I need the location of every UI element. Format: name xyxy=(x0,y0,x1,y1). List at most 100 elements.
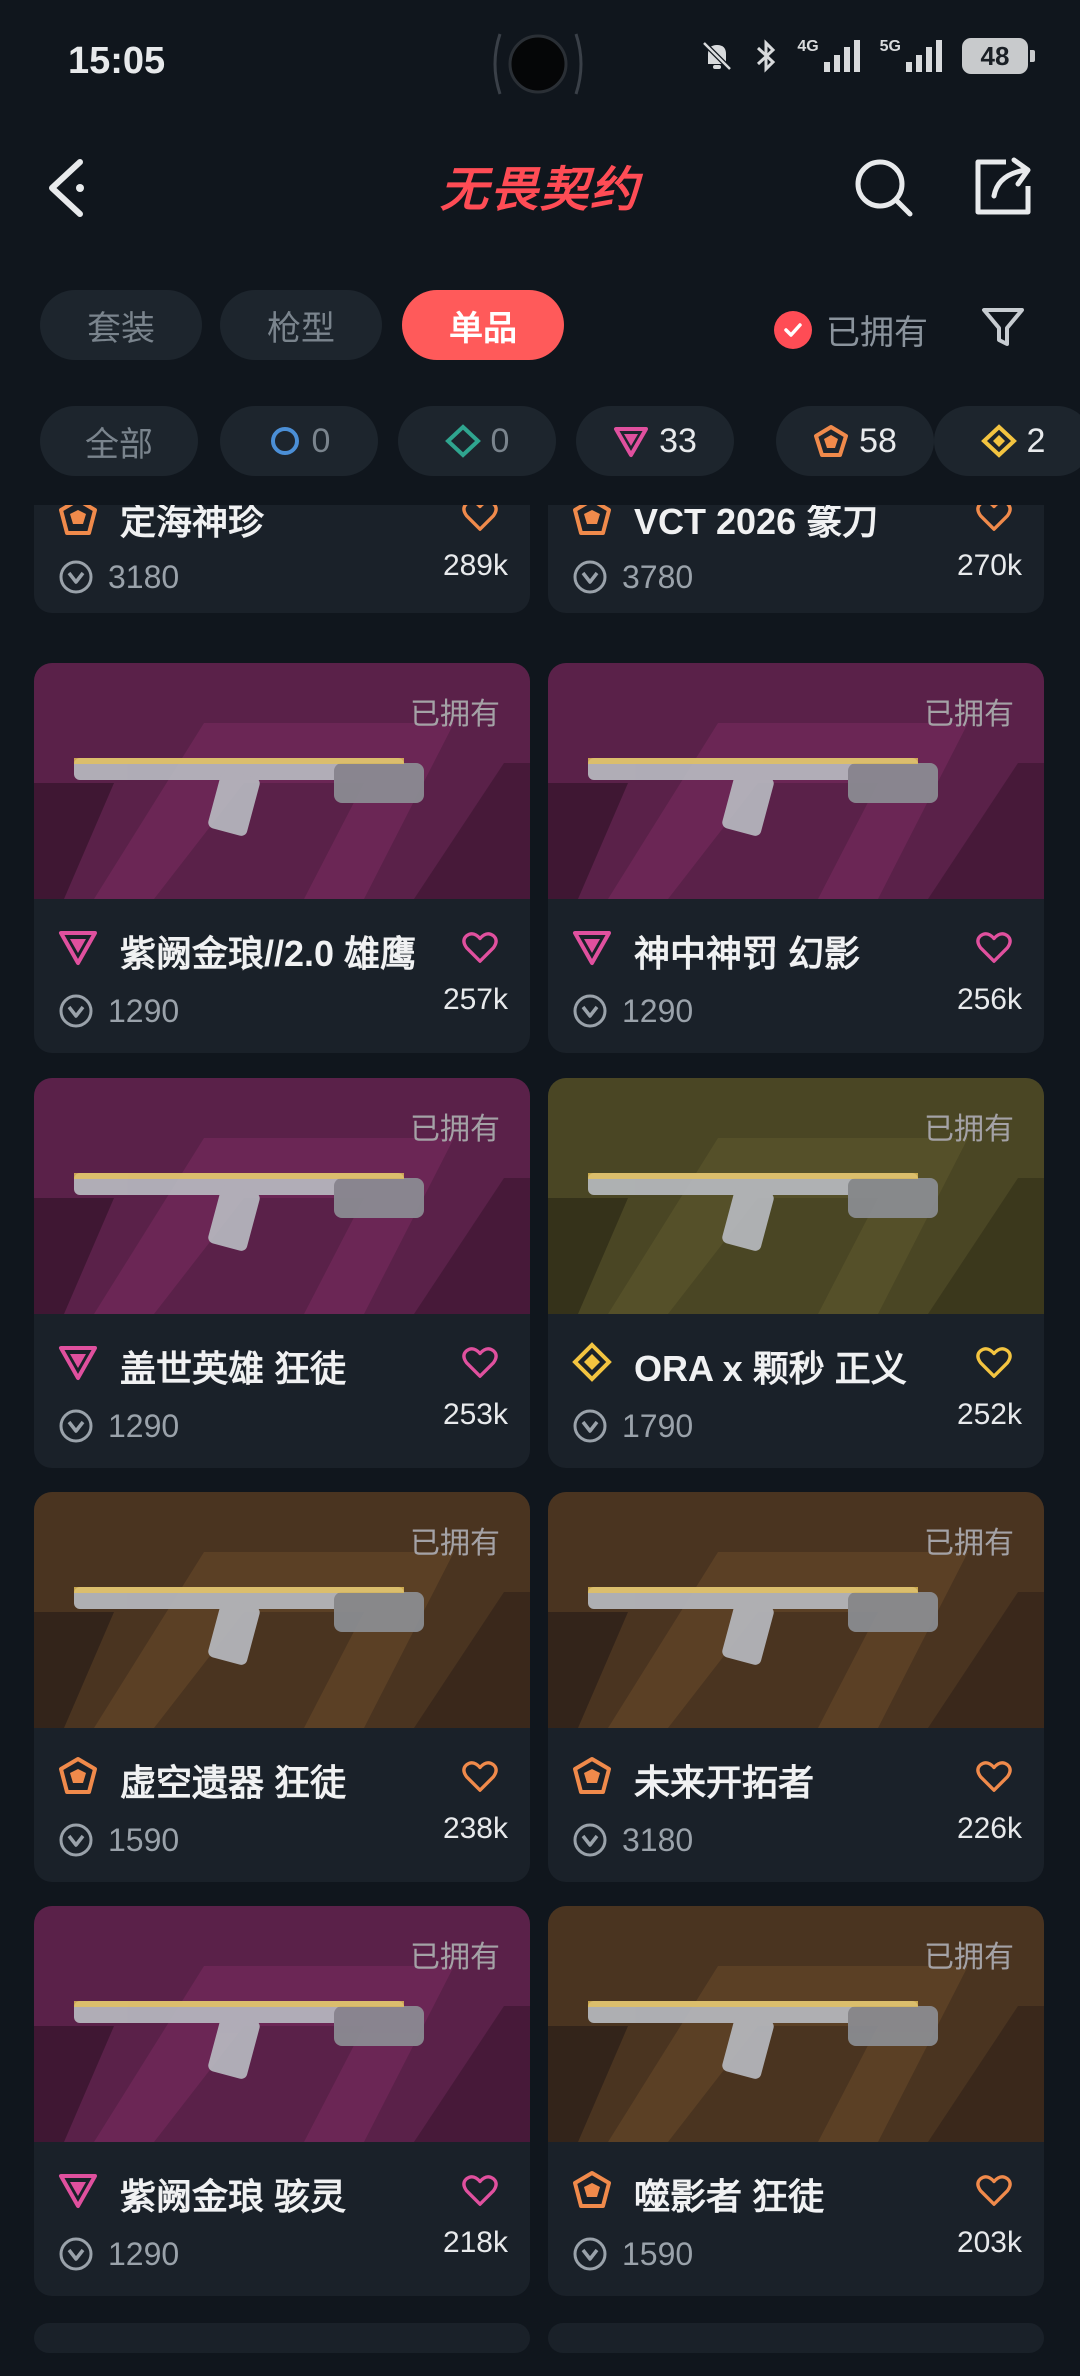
rarity-filter-ultra[interactable]: 2 xyxy=(934,406,1080,476)
vp-coin-icon xyxy=(573,1823,607,1857)
item-card[interactable]: 定海神珍 3180 289k xyxy=(34,505,530,613)
item-price: 1790 xyxy=(622,1408,694,1444)
rarity-filter-premium[interactable]: 33 xyxy=(576,406,734,476)
heart-icon[interactable] xyxy=(460,505,500,533)
owned-filter-toggle[interactable]: 已拥有 xyxy=(774,305,928,354)
rarity-filter-all[interactable]: 全部 xyxy=(40,406,198,476)
item-likes: 218k xyxy=(442,2226,508,2259)
tab-weapon-types[interactable]: 枪型 xyxy=(220,290,382,360)
item-name: 紫阙金琅//2.0 雄鹰 xyxy=(120,933,417,974)
heart-icon[interactable] xyxy=(460,929,500,965)
owned-tag: 已拥有 xyxy=(410,1941,500,1974)
ultra-tier-icon xyxy=(980,424,1017,458)
item-likes: 203k xyxy=(956,2226,1022,2259)
vp-coin-icon xyxy=(573,1409,607,1443)
item-likes: 289k xyxy=(442,549,508,582)
item-card[interactable]: 已拥有噬影者 狂徒 1590 203k xyxy=(548,1906,1044,2296)
item-likes: 253k xyxy=(442,1398,508,1431)
bluetooth-icon xyxy=(757,39,776,73)
item-likes: 270k xyxy=(956,549,1022,582)
signal-4g: 4G xyxy=(797,38,861,74)
vp-coin-icon xyxy=(573,560,607,594)
item-name: ORA x 颗秒 正义 xyxy=(634,1348,907,1389)
item-card[interactable]: 已拥有 神中神罚 幻影 1290 256k xyxy=(548,663,1044,1053)
owned-tag: 已拥有 xyxy=(924,1941,1014,1974)
item-likes: 252k xyxy=(956,1398,1022,1431)
filter-icon[interactable] xyxy=(978,302,1028,352)
item-card[interactable]: 已拥有虚空遗器 狂徒 1590 238k xyxy=(34,1492,530,1882)
camera-cutout-icon xyxy=(493,33,583,95)
item-price: 1290 xyxy=(622,993,694,1029)
item-grid: 定海神珍 3180 289k VCT 2026 篆刀 3780 270k 已拥有 紫阙金琅… xyxy=(0,505,1080,2376)
signal-5g: 5G xyxy=(880,38,944,74)
item-card[interactable]: 已拥有未来开拓者 3180 226k xyxy=(548,1492,1044,1882)
select-tier-icon xyxy=(270,427,299,455)
exclusive-tier-icon xyxy=(58,1756,98,1796)
item-price: 1590 xyxy=(108,1822,180,1858)
item-name: 未来开拓者 xyxy=(634,1762,815,1803)
heart-icon[interactable] xyxy=(974,929,1014,965)
item-price: 3180 xyxy=(108,559,180,595)
premium-tier-icon xyxy=(58,1342,98,1382)
heart-icon[interactable] xyxy=(974,1758,1014,1794)
share-icon[interactable] xyxy=(968,152,1038,222)
heart-icon[interactable] xyxy=(460,2172,500,2208)
rarity-filter-select[interactable]: 0 xyxy=(220,406,378,476)
exclusive-tier-icon xyxy=(572,505,612,537)
item-card[interactable]: 已拥有紫阙金琅//2.0 雄鹰 1290 257k xyxy=(34,663,530,1053)
tab-single-items[interactable]: 单品 xyxy=(402,290,564,360)
item-price: 1290 xyxy=(108,993,180,1029)
app-header: 无畏契约 xyxy=(0,128,1080,248)
app-title-logo: 无畏契约 xyxy=(439,162,640,218)
premium-tier-icon xyxy=(614,427,649,457)
item-name: 噬影者 狂徒 xyxy=(634,2176,825,2217)
item-card-partial[interactable] xyxy=(548,2323,1044,2353)
owned-tag: 已拥有 xyxy=(410,698,500,731)
item-name: 定海神珍 xyxy=(120,505,265,542)
exclusive-tier-icon xyxy=(572,1756,612,1796)
search-icon[interactable] xyxy=(850,154,918,222)
signal-bars-icon xyxy=(823,40,860,72)
heart-icon[interactable] xyxy=(460,1758,500,1794)
item-price: 3180 xyxy=(622,1822,694,1858)
vp-coin-icon xyxy=(59,1409,93,1443)
heart-icon[interactable] xyxy=(974,505,1014,533)
item-card-partial[interactable] xyxy=(34,2323,530,2353)
item-likes: 226k xyxy=(956,1812,1022,1845)
heart-icon[interactable] xyxy=(974,2172,1014,2208)
exclusive-tier-icon xyxy=(58,505,98,537)
owned-tag: 已拥有 xyxy=(410,1527,500,1560)
item-card[interactable]: 已拥有紫阙金琅 骇灵 1290 218k xyxy=(34,1906,530,2296)
vp-coin-icon xyxy=(59,994,93,1028)
mute-bell-icon xyxy=(702,41,733,71)
status-icons: 4G 5G 48 xyxy=(699,38,1035,74)
exclusive-tier-icon xyxy=(814,425,849,457)
heart-icon[interactable] xyxy=(974,1344,1014,1380)
exclusive-tier-icon xyxy=(572,2170,612,2210)
premium-tier-icon xyxy=(58,927,98,967)
rarity-filter-deluxe[interactable]: 0 xyxy=(398,406,556,476)
item-name: 虚空遗器 狂徒 xyxy=(120,1762,347,1803)
vp-coin-icon xyxy=(59,560,93,594)
status-time: 15:05 xyxy=(68,40,166,82)
item-card[interactable]: 已拥有 盖世英雄 狂徒 1290 253k xyxy=(34,1078,530,1468)
owned-tag: 已拥有 xyxy=(924,1527,1014,1560)
item-price: 1290 xyxy=(108,2236,180,2272)
vp-coin-icon xyxy=(573,994,607,1028)
item-price: 1590 xyxy=(622,2236,694,2272)
item-likes: 257k xyxy=(442,983,508,1016)
tab-bundles[interactable]: 套装 xyxy=(40,290,202,360)
battery-icon: 48 xyxy=(962,38,1035,74)
item-name: 盖世英雄 狂徒 xyxy=(120,1348,347,1389)
vp-coin-icon xyxy=(59,2237,93,2271)
item-price: 3780 xyxy=(622,559,694,595)
item-name: 紫阙金琅 骇灵 xyxy=(120,2176,347,2217)
item-likes: 238k xyxy=(442,1812,508,1845)
heart-icon[interactable] xyxy=(460,1344,500,1380)
item-price: 1290 xyxy=(108,1408,180,1444)
vp-coin-icon xyxy=(573,2237,607,2271)
rarity-filter-exclusive[interactable]: 58 xyxy=(776,406,934,476)
item-card[interactable]: 已拥有 ORA x 颗秒 正义 1790 252k xyxy=(548,1078,1044,1468)
item-card[interactable]: VCT 2026 篆刀 3780 270k xyxy=(548,505,1044,613)
rarity-filter-row: 全部 0 0 33 58 2 xyxy=(0,406,1080,480)
